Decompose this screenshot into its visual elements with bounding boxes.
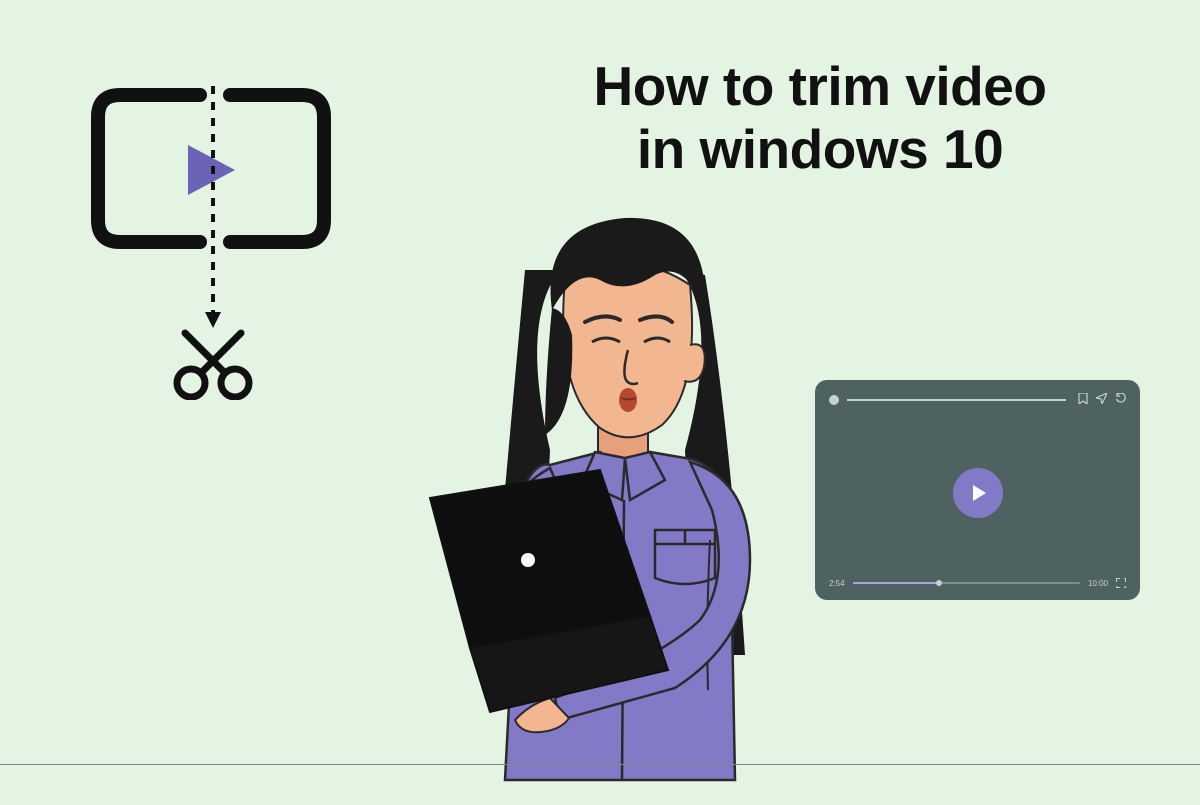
video-player: 2:54 10:00 (815, 380, 1140, 600)
refresh-icon[interactable] (1115, 393, 1126, 407)
bookmark-icon[interactable] (1078, 393, 1088, 407)
avatar (829, 395, 839, 405)
player-controls: 2:54 10:00 (829, 578, 1126, 588)
send-icon[interactable] (1096, 393, 1107, 407)
fullscreen-icon[interactable] (1116, 578, 1126, 588)
scissors-icon (177, 333, 249, 397)
page-title: How to trim video in windows 10 (510, 55, 1130, 182)
trim-video-illustration (80, 80, 340, 405)
time-elapsed: 2:54 (829, 579, 845, 588)
horizon-line (0, 764, 1200, 765)
player-header (829, 392, 1126, 408)
person-with-laptop-illustration (400, 200, 820, 805)
title-line-1: How to trim video (594, 55, 1047, 117)
title-line-2: in windows 10 (637, 118, 1003, 180)
play-button[interactable] (953, 468, 1003, 518)
progress-bar[interactable] (853, 582, 1080, 584)
time-total: 10:00 (1088, 579, 1108, 588)
player-title-placeholder (847, 399, 1066, 401)
